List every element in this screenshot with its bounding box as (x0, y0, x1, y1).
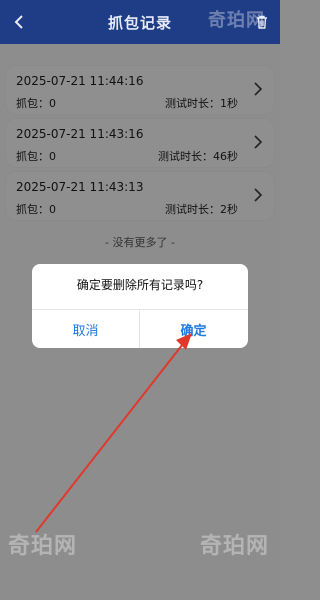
chevron-right-icon (254, 82, 263, 96)
record-time: 2025-07-21 11:44:16 (16, 74, 144, 88)
watermark-bottom-right: 奇珀网 (200, 534, 270, 559)
record-duration: 测试时长：1秒 (165, 97, 238, 110)
record-capture-count: 抓包：0 (16, 97, 56, 110)
watermark-top: 奇珀网 (208, 10, 265, 31)
record-item[interactable]: 2025-07-21 11:44:16 抓包：0 测试时长：1秒 (6, 66, 274, 114)
back-button[interactable] (8, 10, 32, 34)
record-item[interactable]: 2025-07-21 11:43:13 抓包：0 测试时长：2秒 (6, 172, 274, 220)
record-time: 2025-07-21 11:43:13 (16, 180, 144, 194)
dialog-message: 确定要删除所有记录吗? (76, 278, 204, 292)
record-capture-count: 抓包：0 (16, 203, 56, 216)
confirm-dialog: 确定要删除所有记录吗? 取消 确定 (32, 264, 248, 348)
record-capture-count: 抓包：0 (16, 150, 56, 163)
cancel-button[interactable]: 取消 (32, 310, 139, 348)
page-title: 抓包记录 (107, 13, 172, 32)
chevron-right-icon (254, 135, 263, 149)
watermark-bottom-left: 奇珀网 (8, 534, 78, 559)
record-time: 2025-07-21 11:43:16 (16, 127, 144, 141)
record-duration: 测试时长：46秒 (158, 150, 238, 163)
confirm-button[interactable]: 确定 (140, 310, 247, 348)
record-item[interactable]: 2025-07-21 11:43:16 抓包：0 测试时长：46秒 (6, 119, 274, 167)
chevron-right-icon (254, 188, 263, 202)
record-duration: 测试时长：2秒 (165, 203, 238, 216)
arrow-left-icon (14, 15, 23, 29)
no-more-text: - 没有更多了 - (105, 236, 175, 249)
